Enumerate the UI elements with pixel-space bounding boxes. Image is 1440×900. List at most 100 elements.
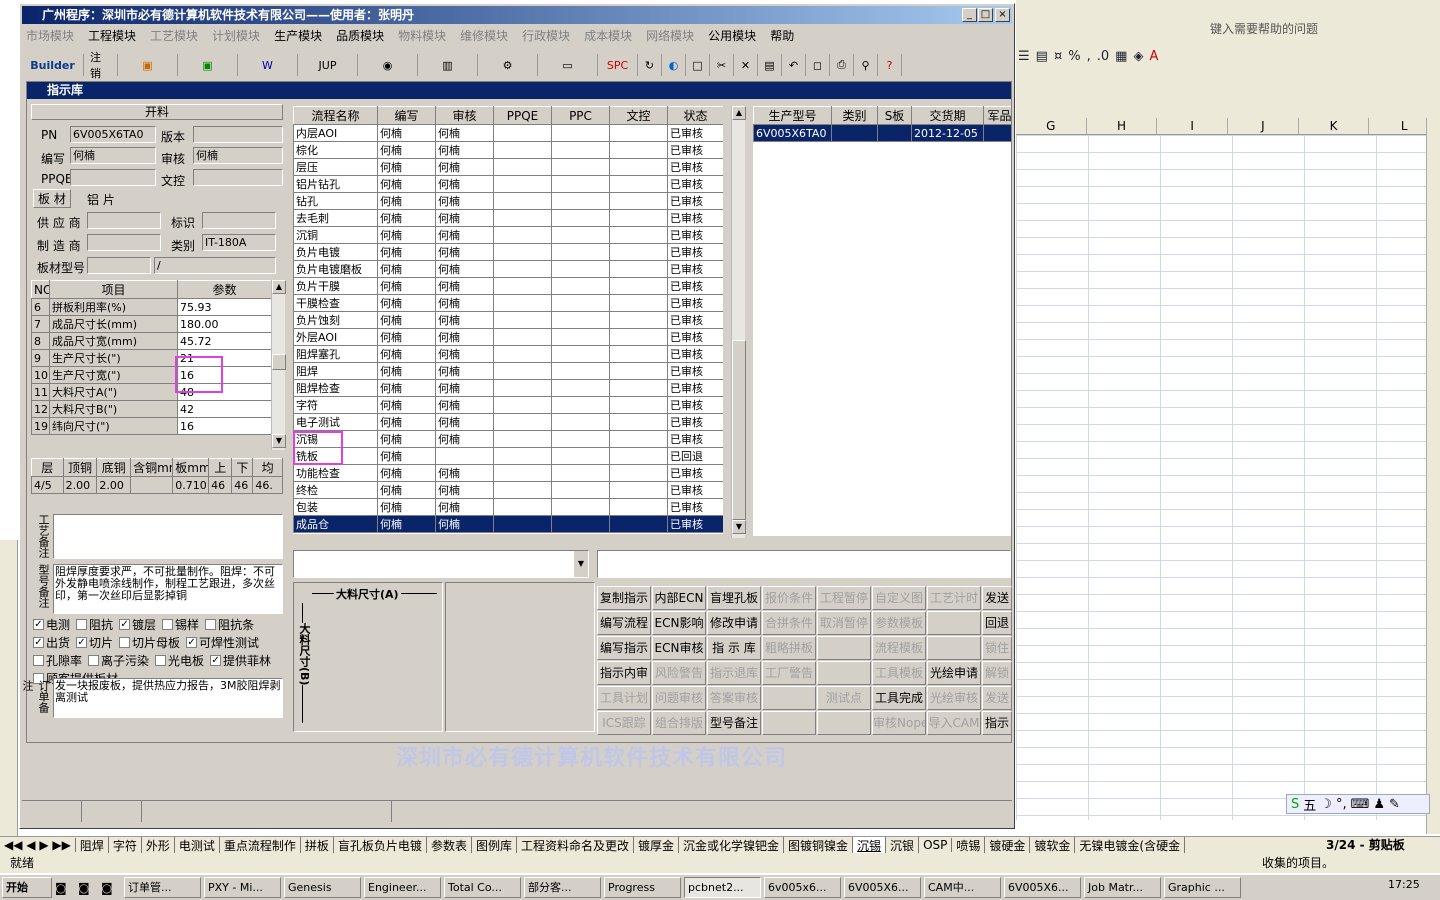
folder-icon[interactable]: ◙: [101, 881, 121, 895]
function-button[interactable]: ICS跟踪: [597, 711, 651, 735]
network-icon[interactable]: ⚙: [478, 54, 538, 76]
flow-row[interactable]: 去毛刺 何楠 何楠 已审核: [293, 209, 723, 227]
function-button[interactable]: 回退: [982, 611, 1012, 635]
excel-help-search[interactable]: 键入需要帮助的问题: [1210, 20, 1400, 38]
checkbox-box[interactable]: [155, 655, 167, 666]
function-button[interactable]: ECN影响: [652, 611, 706, 635]
flow-header[interactable]: 流程名称: [293, 106, 378, 125]
help-icon[interactable]: ?: [878, 54, 902, 76]
globe-icon[interactable]: ◐: [662, 54, 686, 76]
sheet-tab[interactable]: 无镍电镀金(含硬金: [1075, 837, 1186, 853]
sheet-nav-icon[interactable]: ◀◀ ◀ ▶ ▶▶: [0, 838, 76, 852]
eye-icon[interactable]: ◉: [358, 54, 418, 76]
font-color-icon[interactable]: A: [1149, 49, 1158, 64]
sheet-tab[interactable]: 沉金或化学镍钯金: [679, 837, 785, 853]
option-checkbox[interactable]: 切片母板: [119, 634, 180, 651]
decimal-icon[interactable]: .0: [1097, 49, 1109, 64]
flow-row[interactable]: 包装 何楠 何楠 已审核: [293, 498, 723, 516]
sheet-tab[interactable]: 沉银: [886, 837, 920, 853]
sheet-tab[interactable]: 字符: [109, 837, 142, 853]
flow-header[interactable]: 编写: [377, 106, 436, 125]
option-checkbox[interactable]: ✓ 提供菲林: [210, 652, 271, 669]
doc-control-field[interactable]: [193, 169, 283, 186]
checkbox-box[interactable]: [33, 655, 44, 666]
function-button[interactable]: [762, 711, 816, 735]
taskbar-item[interactable]: Engineer...: [364, 877, 441, 898]
flow-row[interactable]: 沉铜 何楠 何楠 已审核: [293, 226, 723, 244]
params-row[interactable]: 10 生产尺寸宽(") 16: [31, 366, 271, 384]
checkbox-box[interactable]: ✓: [33, 637, 44, 648]
function-button[interactable]: [927, 636, 981, 660]
find-icon[interactable]: ⚲: [854, 54, 878, 76]
menu-item[interactable]: 生产模块: [274, 27, 322, 44]
flow-row[interactable]: 铣板 何楠 已回退: [293, 447, 723, 465]
checkbox-box[interactable]: [76, 619, 88, 630]
function-button[interactable]: [927, 611, 981, 635]
flow-scrollbar[interactable]: ▲ ▼: [731, 106, 746, 538]
spc-button[interactable]: SPC: [598, 54, 638, 76]
option-checkbox[interactable]: 锡样: [162, 616, 199, 633]
sheet-tab[interactable]: 沉锡: [853, 837, 887, 853]
function-button[interactable]: 内部ECN: [652, 586, 706, 610]
function-button[interactable]: 报价条件: [762, 586, 816, 610]
craft-note-field[interactable]: [53, 514, 283, 559]
taskbar-item[interactable]: 6V005X6...: [1004, 877, 1081, 898]
function-button[interactable]: 发送: [982, 586, 1012, 610]
new-icon[interactable]: □: [686, 54, 710, 76]
flow-row[interactable]: 功能检查 何楠 何楠 已审核: [293, 464, 723, 482]
checkbox-box[interactable]: ✓: [210, 655, 222, 666]
word-icon[interactable]: W: [238, 54, 298, 76]
menu-item[interactable]: 工程模块: [88, 27, 136, 44]
menu-item[interactable]: 公用模块: [708, 27, 756, 44]
option-checkbox[interactable]: 离子污染: [88, 652, 149, 669]
flow-row[interactable]: 外层AOI 何楠 何楠 已审核: [293, 328, 723, 346]
flow-row[interactable]: 负片电镀 何楠 何楠 已审核: [293, 243, 723, 261]
taskbar-item[interactable]: pcbnet2...: [684, 877, 761, 898]
function-button[interactable]: 自定义图: [872, 586, 926, 610]
board-model-field[interactable]: [87, 257, 151, 274]
flow-row[interactable]: 成品仓 何楠 何楠 已审核: [293, 515, 723, 533]
product-header[interactable]: 交货期: [911, 106, 984, 125]
menu-item[interactable]: 品质模块: [336, 27, 384, 44]
border-icon[interactable]: ▦: [1115, 49, 1127, 64]
function-button[interactable]: 指示内审: [597, 661, 651, 685]
taskbar-item[interactable]: Progress: [604, 877, 681, 898]
flow-row[interactable]: 终检 何楠 何楠 已审核: [293, 481, 723, 499]
function-button[interactable]: 粗略拼板: [762, 636, 816, 660]
function-button[interactable]: 流程模板: [872, 636, 926, 660]
function-button[interactable]: [817, 711, 871, 735]
function-button[interactable]: 工具完成: [872, 686, 926, 710]
params-row[interactable]: 19 纬向尺寸(") 16: [31, 417, 271, 435]
function-button[interactable]: 指示退库: [707, 661, 761, 685]
menu-item[interactable]: 工艺模块: [150, 27, 198, 44]
function-button[interactable]: [817, 661, 871, 685]
params-scrollbar[interactable]: ▲ ▼: [271, 280, 286, 450]
sheet-tab[interactable]: 喷锡: [952, 837, 986, 853]
function-button[interactable]: 型号备注: [707, 711, 761, 735]
function-button[interactable]: 审核Nope: [872, 711, 926, 735]
fill-color-icon[interactable]: ◈: [1133, 49, 1143, 64]
refresh-icon[interactable]: ↻: [638, 54, 662, 76]
option-checkbox[interactable]: 阻抗条: [205, 616, 254, 633]
mark-field[interactable]: [202, 212, 276, 229]
option-checkbox[interactable]: 光电板: [155, 652, 204, 669]
taskbar-item[interactable]: 订单管...: [124, 877, 201, 898]
powerpoint-icon[interactable]: ▣: [118, 54, 178, 76]
function-button[interactable]: 解锁: [982, 661, 1012, 685]
function-button[interactable]: 工程暂停: [817, 586, 871, 610]
indent-icon[interactable]: ☰: [1018, 49, 1030, 64]
checkbox-box[interactable]: [162, 619, 174, 630]
close-button[interactable]: ×: [995, 8, 1010, 22]
sheet-tab[interactable]: 图镀铜镍金: [784, 837, 854, 853]
function-button[interactable]: 光绘申请: [927, 661, 981, 685]
menu-item[interactable]: 成本模块: [584, 27, 632, 44]
menu-item[interactable]: 市场模块: [26, 27, 74, 44]
function-button[interactable]: 编写指示: [597, 636, 651, 660]
function-button[interactable]: 测试点: [817, 686, 871, 710]
menu-item[interactable]: 维修模块: [460, 27, 508, 44]
excel-vertical-scrollbar[interactable]: [1426, 118, 1440, 834]
cut-icon[interactable]: ✂: [710, 54, 734, 76]
function-button[interactable]: 工厂警告: [762, 661, 816, 685]
sheet-tab[interactable]: 镀软金: [1030, 837, 1076, 853]
column-header[interactable]: K: [1299, 118, 1370, 134]
